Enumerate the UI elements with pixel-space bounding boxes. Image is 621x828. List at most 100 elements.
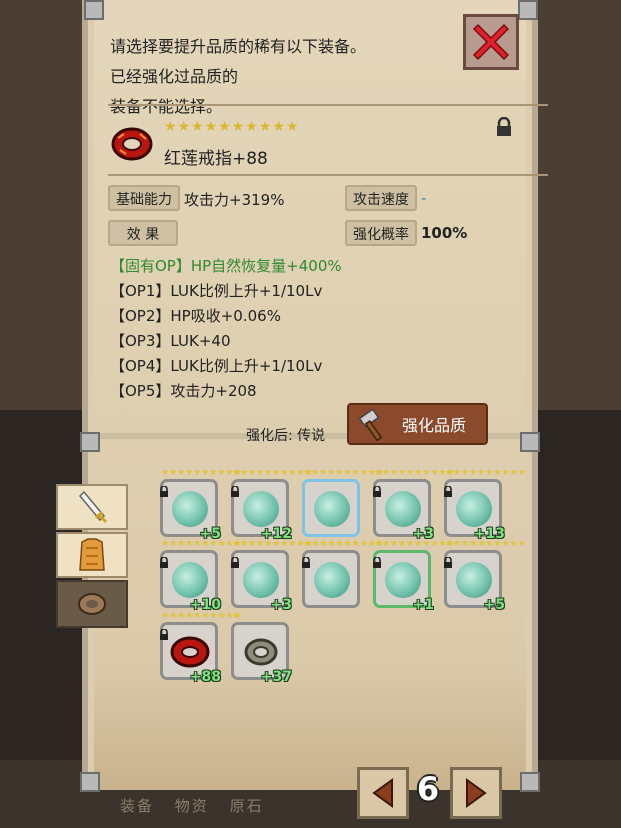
instruction-line-1: 请选择要提升品质的稀有以下装备。 <box>110 37 367 56</box>
lock-icon <box>373 486 381 497</box>
enhance-quality-button[interactable]: 强化品质 <box>347 403 488 445</box>
op-tag: 【固有OP】 <box>110 257 191 275</box>
bottom-tab-gems[interactable]: 原石 <box>230 797 264 815</box>
item-name: 红莲戒指+88 <box>164 149 268 169</box>
tab-accessories[interactable] <box>56 580 128 628</box>
lock-icon <box>373 557 381 568</box>
enhance-quality-label: 强化品质 <box>401 416 466 435</box>
frame-corner-bl <box>80 772 100 792</box>
tab-weapons[interactable] <box>56 484 128 530</box>
inventory-slot[interactable]: ★★★★★★★★★★ +10 <box>160 540 242 613</box>
slot-stars: ★★★★★★★★★★ <box>232 539 313 549</box>
op-tag: 【OP5】 <box>110 382 171 400</box>
lock-icon <box>160 486 168 497</box>
red-ring-icon <box>110 122 154 166</box>
tab-armor[interactable] <box>56 532 128 578</box>
item-star-rating: ★★★★★★★★★★ <box>164 119 300 135</box>
jade-orb-icon <box>314 491 350 527</box>
inventory-slot[interactable]: ★★★★★★★★★★ +3 <box>373 469 455 542</box>
header-divider <box>108 104 548 106</box>
red-ring-icon <box>170 636 210 668</box>
inventory-slot[interactable]: ★★★★★★★★★★ +13 <box>444 469 526 542</box>
prev-page-button[interactable] <box>357 767 409 819</box>
op-text: HP吸收+0.06% <box>170 307 281 325</box>
jade-orb-icon <box>456 562 492 598</box>
instruction-line-2: 已经强化过品质的 <box>110 67 239 86</box>
frame-corner-mr <box>520 432 540 452</box>
jade-orb-icon <box>172 491 208 527</box>
slot-stars: ★★★★★★★★★★ <box>445 468 526 478</box>
op-text: 攻击力+208 <box>170 382 257 400</box>
arrow-right-icon <box>466 778 487 808</box>
inventory-slot[interactable]: ★★★★★★★★★★ <box>302 540 384 608</box>
slot-stars: ★★★★★★★★★★ <box>303 468 384 478</box>
next-page-button[interactable] <box>450 767 502 819</box>
close-icon <box>472 23 510 61</box>
lock-icon <box>444 486 452 497</box>
page-number: 6 <box>416 770 440 808</box>
slot-stars: ★★★★★★★★★★ <box>161 468 242 478</box>
lock-icon <box>160 629 168 640</box>
sword-icon <box>78 490 108 524</box>
ring-icon <box>78 593 106 615</box>
op-text: LUK比例上升+1/10Lv <box>170 282 323 300</box>
lock-icon <box>231 486 239 497</box>
slot-stars: ★★★★★★★★★★ <box>303 539 384 549</box>
op-tag: 【OP1】 <box>110 282 171 300</box>
inventory-slot[interactable]: ★★★★★★★★★★ +12 <box>231 469 313 542</box>
frame-corner-ml <box>80 432 100 452</box>
hammer-icon <box>358 409 383 442</box>
op-tag: 【OP2】 <box>110 307 171 325</box>
frame-corner-tl <box>84 0 104 20</box>
inventory-slot[interactable]: ★★★★★★★★★★ +5 <box>444 540 526 613</box>
inventory-slot[interactable]: ★★★★★★★★★★ +3 <box>231 540 313 613</box>
op-line-1: 【OP1】LUK比例上升+1/10Lv <box>110 280 322 301</box>
op-line-4: 【OP4】LUK比例上升+1/10Lv <box>110 355 322 376</box>
inventory-slot[interactable]: ★★★★★★★★★★ +1 <box>373 540 455 613</box>
jade-orb-icon <box>314 562 350 598</box>
jade-orb-icon <box>243 562 279 598</box>
slot-level: +1 <box>412 597 434 613</box>
close-button[interactable] <box>463 14 519 70</box>
slot-level: +37 <box>260 669 292 685</box>
slot-stars: ★★★★★★★★★★ <box>161 539 242 549</box>
frame-corner-br <box>520 772 540 792</box>
bottom-tab-materials[interactable]: 物资 <box>175 797 209 815</box>
effect-label: 效 果 <box>108 220 178 246</box>
op-line-3: 【OP3】LUK+40 <box>110 330 231 351</box>
bottom-tab-equipment[interactable]: 装备 <box>120 797 154 815</box>
slot-stars: ★★★★★★★★★★ <box>374 468 455 478</box>
op-text: LUK比例上升+1/10Lv <box>170 357 323 375</box>
inventory-slot[interactable]: ★★★★★★★★★★ +88 <box>160 612 242 685</box>
op-text: HP自然恢复量+400% <box>190 257 342 275</box>
jade-orb-icon <box>243 491 279 527</box>
attack-speed-value: - <box>421 189 427 207</box>
slot-level: +88 <box>189 669 221 685</box>
silver-ring-icon <box>244 638 278 666</box>
inventory-slot[interactable]: ★ +37 <box>231 612 292 685</box>
slot-stars: ★★★★★★★★★★ <box>445 539 526 549</box>
after-enhance-label: 强化后: 传说 <box>246 428 326 444</box>
slot-stars: ★ <box>232 611 241 621</box>
op-line-5: 【OP5】攻击力+208 <box>110 380 257 401</box>
op-line-innate: 【固有OP】HP自然恢复量+400% <box>110 255 342 276</box>
slot-stars: ★★★★★★★★★★ <box>374 539 455 549</box>
item-divider <box>108 174 548 176</box>
jade-orb-icon <box>385 562 421 598</box>
enhance-rate-value: 100% <box>421 224 468 242</box>
slot-stars: ★★★★★★★★★★ <box>161 611 242 621</box>
slot-level: +3 <box>270 597 292 613</box>
arrow-left-icon <box>372 778 393 808</box>
lock-icon <box>444 557 452 568</box>
jade-orb-icon <box>172 562 208 598</box>
slot-stars: ★★★★★★★★★★ <box>232 468 313 478</box>
lock-icon[interactable] <box>495 116 513 141</box>
frame-corner-tr <box>518 0 538 20</box>
inventory-slot-selected[interactable]: ★★★★★★★★★★ <box>302 469 384 537</box>
jade-orb-icon <box>456 491 492 527</box>
inventory-slot[interactable]: ★★★★★★★★★★ +5 <box>160 469 242 542</box>
armor-icon <box>79 538 105 571</box>
attack-speed-label: 攻击速度 <box>345 185 417 211</box>
enhance-rate-label: 强化概率 <box>345 220 417 246</box>
base-stat-label: 基础能力 <box>108 185 180 211</box>
